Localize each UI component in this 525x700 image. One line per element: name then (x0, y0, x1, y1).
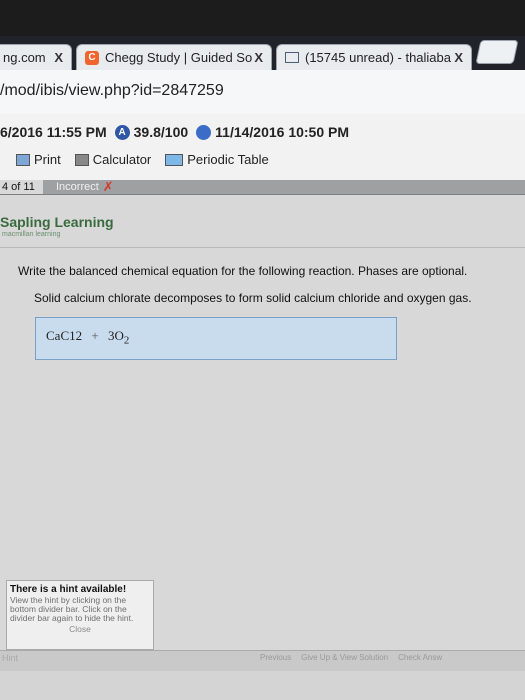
url-text: /mod/ibis/view.php?id=2847259 (0, 82, 224, 99)
tab-label: (15745 unread) - thaliaba (305, 50, 451, 65)
answer-term-2: 3O (107, 328, 124, 343)
tab-label: ng.com (3, 50, 46, 65)
periodic-table-label: Periodic Table (187, 152, 269, 167)
sapling-logo-title: Sapling Learning (0, 214, 114, 230)
start-date: 6/2016 11:55 PM (0, 124, 107, 140)
browser-tab-bar: ng.com X C Chegg Study | Guided So X (15… (0, 36, 525, 70)
chegg-icon: C (85, 50, 99, 65)
question-reaction: Solid calcium chlorate decomposes to for… (34, 291, 472, 305)
address-bar[interactable]: /mod/ibis/view.php?id=2847259 (0, 70, 525, 115)
question-prompt: Write the balanced chemical equation for… (18, 264, 468, 278)
hint-tab[interactable]: Hint (0, 653, 18, 663)
score: 39.8/100 (133, 124, 189, 140)
assignment-toolbar: 6/2016 11:55 PM A 39.8/100 11/14/2016 10… (0, 114, 525, 180)
assignment-status: 6/2016 11:55 PM A 39.8/100 11/14/2016 10… (0, 124, 349, 140)
print-label: Print (34, 152, 61, 167)
question-number[interactable]: 4 of 11 (0, 180, 43, 194)
calculator-icon (74, 153, 89, 166)
screen-bezel (0, 0, 525, 36)
close-icon[interactable]: X (454, 50, 463, 65)
question-status: Incorrect ✗ (56, 180, 114, 194)
calculator-label: Calculator (92, 152, 152, 167)
incorrect-x-icon: ✗ (102, 179, 114, 194)
question-navigation-bar: 4 of 11 Incorrect ✗ (0, 180, 525, 195)
page-footer-area (0, 671, 525, 700)
tab-first[interactable]: ng.com X (0, 44, 72, 70)
hint-body: View the hint by clicking on the bottom … (10, 595, 134, 623)
previous-button[interactable]: Previous (260, 653, 291, 662)
give-up-button[interactable]: Give Up & View Solution (301, 653, 388, 662)
answer-term-1: CaC12 (46, 328, 83, 343)
check-answer-button[interactable]: Check Answ (398, 653, 442, 662)
clock-icon (196, 124, 212, 140)
score-icon: A (114, 124, 130, 140)
tab-chegg[interactable]: C Chegg Study | Guided So X (76, 44, 272, 70)
hint-divider-bar[interactable]: Hint Previous Give Up & View Solution Ch… (0, 650, 525, 671)
print-button[interactable]: Print (16, 152, 61, 167)
hint-close-button[interactable]: Close (10, 624, 150, 634)
close-icon[interactable]: X (254, 50, 263, 65)
tab-mail[interactable]: (15745 unread) - thaliaba X (276, 44, 472, 70)
answer-actions: Previous Give Up & View Solution Check A… (260, 653, 452, 662)
header-divider (0, 247, 525, 248)
equation-answer-input[interactable]: CaC12 + 3O2 (35, 317, 397, 360)
hint-popup: There is a hint available! View the hint… (6, 580, 154, 650)
sapling-logo-subtitle: macmillan learning (2, 231, 61, 238)
close-icon[interactable]: X (54, 50, 63, 65)
printer-icon (16, 153, 30, 166)
calculator-button[interactable]: Calculator (74, 152, 152, 167)
tool-links: Print Calculator Periodic Table (16, 152, 283, 167)
hint-title: There is a hint available! (10, 584, 127, 595)
answer-term-2-subscript: 2 (123, 334, 130, 347)
status-label: Incorrect (56, 181, 99, 193)
tab-label: Chegg Study | Guided So (105, 50, 253, 65)
periodic-table-icon (165, 153, 184, 166)
mail-icon (285, 52, 299, 63)
equation-text: CaC12 + 3O2 (46, 328, 129, 347)
periodic-table-button[interactable]: Periodic Table (165, 152, 269, 167)
due-date: 11/14/2016 10:50 PM (215, 124, 350, 140)
new-tab-button[interactable] (475, 40, 519, 64)
answer-operator: + (91, 328, 99, 343)
